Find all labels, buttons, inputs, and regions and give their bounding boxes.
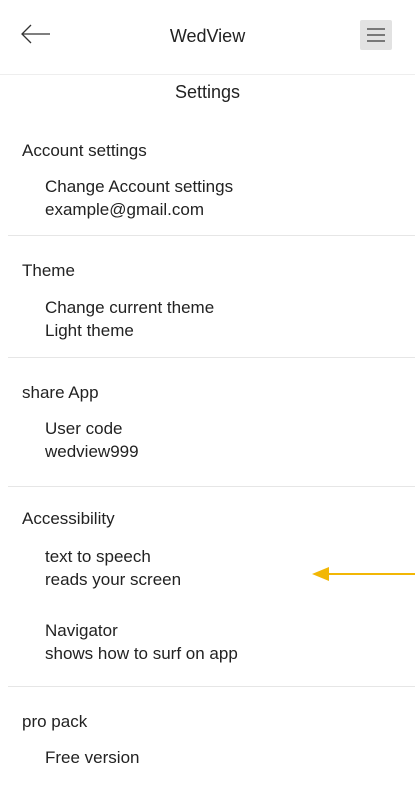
item-value: Light theme xyxy=(45,321,134,340)
pointer-arrow-icon xyxy=(312,567,415,581)
section-title-theme: Theme xyxy=(22,261,75,280)
item-value: reads your screen xyxy=(45,570,182,589)
item-value: wedview999 xyxy=(45,442,139,461)
item-value: example@gmail.com xyxy=(45,200,204,219)
theme-item[interactable]: Change current theme Light theme xyxy=(45,296,214,342)
section-title-pro-pack: pro pack xyxy=(22,712,88,731)
navigator-item[interactable]: Navigator shows how to surf on app xyxy=(45,619,238,665)
section-title-share: share App xyxy=(22,383,99,402)
page-title: Settings xyxy=(174,82,241,102)
user-code-item[interactable]: User code wedview999 xyxy=(45,417,139,463)
free-version-item[interactable]: Free version xyxy=(45,746,139,769)
divider xyxy=(8,486,415,487)
menu-button[interactable] xyxy=(360,20,392,50)
divider xyxy=(8,357,415,358)
section-title-account: Account settings xyxy=(22,141,147,160)
section-title-accessibility: Accessibility xyxy=(22,509,115,528)
divider xyxy=(8,235,415,236)
item-label: Free version xyxy=(45,748,140,767)
item-label: Change Account settings xyxy=(45,177,234,196)
divider xyxy=(8,686,415,687)
item-label: text to speech xyxy=(45,547,151,566)
top-app-bar: WedView xyxy=(0,0,415,75)
hamburger-menu-icon xyxy=(367,28,385,42)
item-label: Navigator xyxy=(45,621,118,640)
item-value: shows how to surf on app xyxy=(45,644,238,663)
text-to-speech-item[interactable]: text to speech reads your screen xyxy=(45,545,181,591)
account-settings-item[interactable]: Change Account settings example@gmail.co… xyxy=(45,175,233,221)
item-label: User code xyxy=(45,419,123,438)
app-title: WedView xyxy=(169,26,246,46)
item-label: Change current theme xyxy=(45,298,215,317)
